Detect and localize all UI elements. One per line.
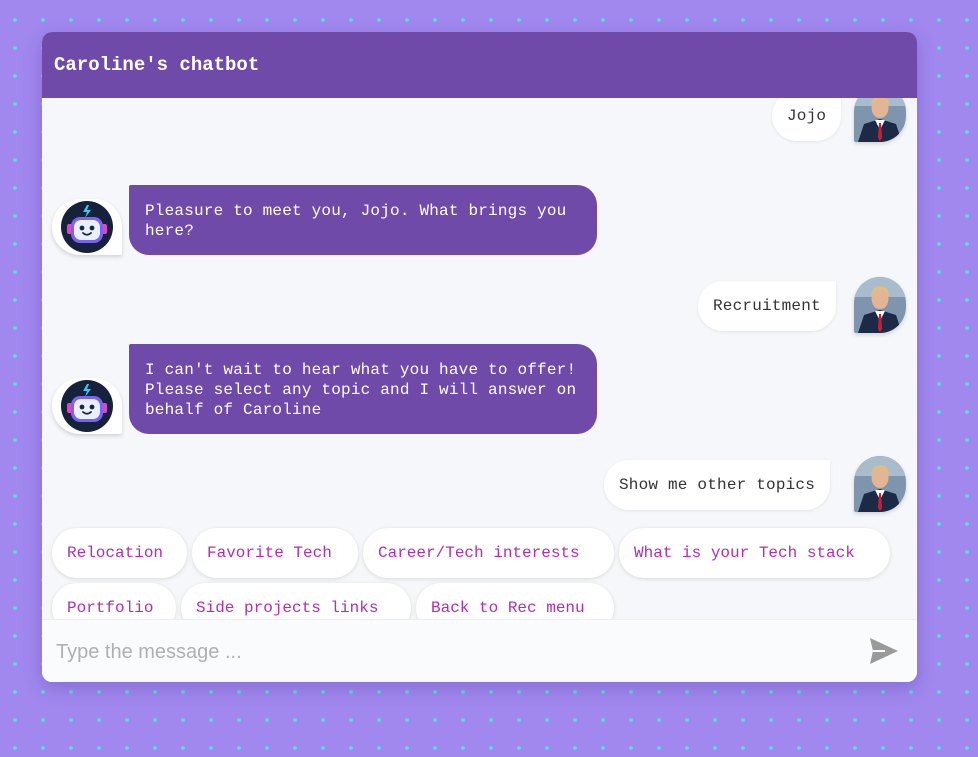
user-avatar — [854, 98, 906, 142]
user-message: Jojo — [772, 98, 842, 141]
user-photo-avatar — [854, 277, 906, 333]
user-message: Recruitment — [698, 281, 836, 331]
user-avatar — [854, 277, 906, 333]
option-career-tech-interests[interactable]: Career/Tech interests — [363, 528, 614, 578]
message-composer — [42, 619, 917, 682]
option-favorite-tech[interactable]: Favorite Tech — [192, 528, 358, 578]
robot-avatar-icon — [61, 201, 113, 253]
option-portfolio[interactable]: Portfolio — [52, 583, 176, 619]
user-avatar — [854, 456, 906, 512]
user-photo-avatar — [854, 456, 906, 512]
option-side-projects-links[interactable]: Side projects links — [181, 583, 411, 619]
bot-message: I can't wait to hear what you have to of… — [129, 344, 597, 434]
chat-window: Caroline's chatbot Jojo Pleasure to meet… — [42, 32, 917, 682]
option-relocation[interactable]: Relocation — [52, 528, 187, 578]
message-input[interactable] — [54, 632, 848, 672]
robot-avatar-icon — [61, 380, 113, 432]
bot-avatar — [52, 378, 122, 434]
option-tech-stack[interactable]: What is your Tech stack — [619, 528, 890, 578]
message-list[interactable]: Jojo Pleasure to meet you, Jojo. What br… — [42, 98, 917, 619]
send-icon — [870, 638, 898, 664]
bot-message: Pleasure to meet you, Jojo. What brings … — [129, 185, 597, 255]
send-button[interactable] — [868, 636, 900, 666]
user-photo-avatar — [854, 98, 906, 142]
chat-header-title: Caroline's chatbot — [42, 32, 917, 98]
user-message: Show me other topics — [604, 460, 831, 510]
bot-avatar — [52, 199, 122, 255]
option-back-to-rec-menu[interactable]: Back to Rec menu — [416, 583, 614, 619]
